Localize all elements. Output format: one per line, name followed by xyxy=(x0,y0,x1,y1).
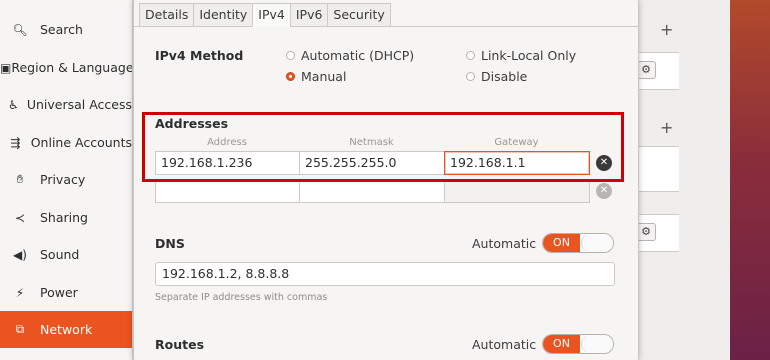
universal-access-icon: ♿︎ xyxy=(8,97,19,112)
desktop-wallpaper xyxy=(730,0,770,360)
tab-ipv4[interactable]: IPv4 xyxy=(252,3,290,27)
sidebar-item-search[interactable]: 🔍︎ Search xyxy=(0,11,132,48)
dns-label: DNS xyxy=(155,236,185,251)
privacy-icon: ✋︎ xyxy=(16,172,24,186)
routes-automatic-label: Automatic xyxy=(472,337,537,352)
routes-automatic-toggle[interactable]: ON xyxy=(542,334,614,354)
add-vpn-icon[interactable]: + xyxy=(660,118,673,137)
radio-label: Automatic (DHCP) xyxy=(301,48,415,63)
column-header-gateway: Gateway xyxy=(494,137,539,148)
ipv4-method-label: IPv4 Method xyxy=(155,48,244,63)
dns-hint-text: Separate IP addresses with commas xyxy=(155,292,328,303)
radio-button-selected[interactable] xyxy=(286,72,295,81)
routes-label: Routes xyxy=(155,337,205,352)
radio-disable[interactable]: Disable xyxy=(466,69,527,84)
sidebar-item-label: Universal Access xyxy=(26,97,132,112)
sidebar-item-power[interactable]: ⚡︎ Power xyxy=(0,274,132,311)
tab-bar: Details Identity IPv4 IPv6 Security xyxy=(139,3,391,27)
network-icon: ⧉ xyxy=(15,322,25,336)
sharing-icon: ≺ xyxy=(14,210,26,225)
radio-automatic-dhcp[interactable]: Automatic (DHCP) xyxy=(286,48,414,63)
toggle-knob xyxy=(581,335,613,353)
sidebar-item-label: Sharing xyxy=(40,210,88,225)
delete-address-icon[interactable]: ✕ xyxy=(596,155,612,171)
radio-button[interactable] xyxy=(286,51,295,60)
tab-identity[interactable]: Identity xyxy=(193,3,253,27)
addresses-label: Addresses xyxy=(155,116,229,131)
toggle-on-text: ON xyxy=(543,335,580,353)
address-field[interactable]: 192.168.1.236 xyxy=(155,151,300,175)
radio-button[interactable] xyxy=(466,51,475,60)
sidebar-item-universal-access[interactable]: ♿︎ Universal Access xyxy=(0,86,132,123)
radio-link-local-only[interactable]: Link-Local Only xyxy=(466,48,576,63)
column-header-address: Address xyxy=(207,137,247,148)
power-icon: ⚡︎ xyxy=(15,285,25,300)
address-field-empty[interactable] xyxy=(155,179,300,203)
sidebar-item-sound[interactable]: ◀) Sound xyxy=(0,236,132,273)
sidebar-item-privacy[interactable]: ✋︎ Privacy xyxy=(0,161,132,198)
tab-security[interactable]: Security xyxy=(327,3,391,27)
radio-label: Link-Local Only xyxy=(481,48,577,63)
sidebar-item-label: Online Accounts xyxy=(30,135,132,150)
settings-sidebar: 🔍︎ Search ▣ Region & Language ♿︎ Univers… xyxy=(0,0,133,360)
netmask-field[interactable]: 255.255.255.0 xyxy=(299,151,445,175)
radio-button[interactable] xyxy=(466,72,475,81)
gear-icon[interactable]: ⚙ xyxy=(636,223,656,241)
gateway-field-empty[interactable] xyxy=(444,179,590,203)
netmask-field-empty[interactable] xyxy=(299,179,445,203)
toggle-on-text: ON xyxy=(543,234,580,252)
sound-icon: ◀) xyxy=(13,247,27,262)
column-header-netmask: Netmask xyxy=(349,137,394,148)
gear-icon[interactable]: ⚙ xyxy=(636,61,656,79)
radio-label: Manual xyxy=(301,69,347,84)
delete-address-icon-disabled: ✕ xyxy=(596,183,612,199)
tab-details[interactable]: Details xyxy=(139,3,194,27)
sidebar-item-region[interactable]: ▣ Region & Language xyxy=(0,49,132,86)
sidebar-item-label: Search xyxy=(40,22,83,37)
sidebar-item-label: Power xyxy=(40,285,78,300)
online-accounts-icon: ⇶ xyxy=(10,135,21,150)
sidebar-item-online-accounts[interactable]: ⇶ Online Accounts xyxy=(0,124,132,161)
search-icon: 🔍︎ xyxy=(12,22,28,37)
dns-automatic-label: Automatic xyxy=(472,236,537,251)
sidebar-item-label: Sound xyxy=(40,247,80,262)
dns-automatic-toggle[interactable]: ON xyxy=(542,233,614,253)
toggle-knob xyxy=(581,234,613,252)
add-connection-icon[interactable]: + xyxy=(660,20,673,39)
gateway-field[interactable]: 192.168.1.1 xyxy=(444,151,590,175)
radio-manual[interactable]: Manual xyxy=(286,69,346,84)
radio-label: Disable xyxy=(481,69,528,84)
dns-servers-input[interactable]: 192.168.1.2, 8.8.8.8 xyxy=(155,262,615,286)
sidebar-item-sharing[interactable]: ≺ Sharing xyxy=(0,199,132,236)
sidebar-item-network[interactable]: ⧉ Network xyxy=(0,311,132,348)
sidebar-item-label: Region & Language xyxy=(11,60,132,75)
tab-ipv6[interactable]: IPv6 xyxy=(289,3,328,27)
region-icon: ▣ xyxy=(0,60,12,75)
sidebar-item-label: Privacy xyxy=(40,172,86,187)
sidebar-item-label: Network xyxy=(40,322,93,337)
